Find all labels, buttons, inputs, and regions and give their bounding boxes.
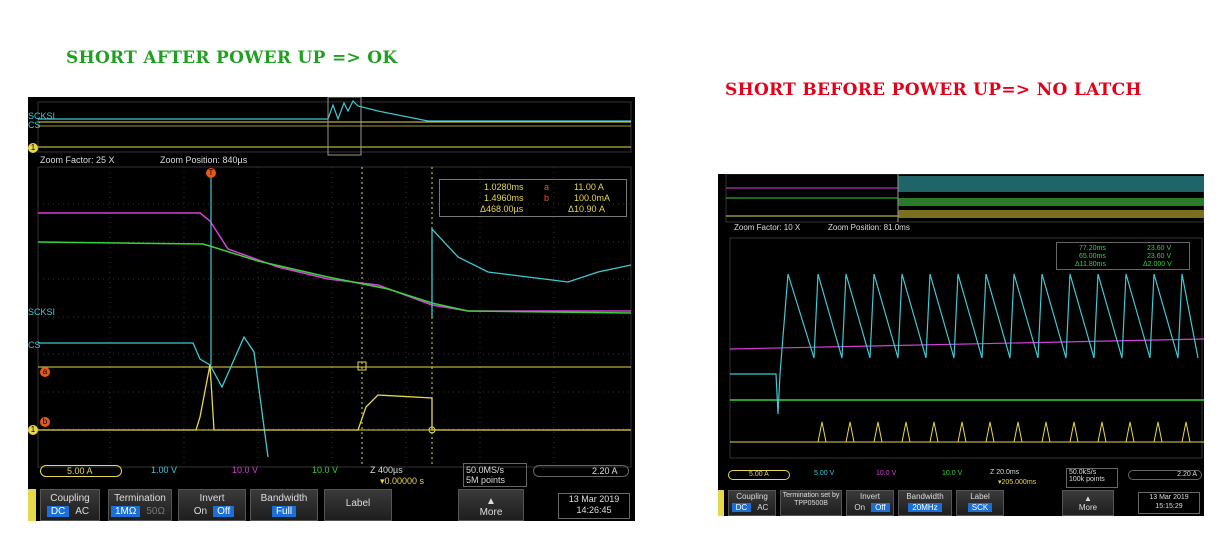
ch2-scale[interactable]: 1.00 V xyxy=(125,465,203,477)
zoom-factor: Zoom Factor: 25 X xyxy=(40,155,115,165)
ch2-trace-2 xyxy=(431,227,632,317)
ch2-trace-1 xyxy=(38,335,269,458)
label-button[interactable]: Label SCK xyxy=(956,490,1004,516)
horizontal-delay: ▾0.00000 s xyxy=(380,476,425,486)
ch4-scale[interactable]: 10.0 V xyxy=(924,470,962,477)
right-oscilloscope-screen: Zoom Factor: 10 X Zoom Position: 81.0ms … xyxy=(718,174,1204,516)
zoom-factor: Zoom Factor: 10 X xyxy=(734,223,801,232)
ch3-trace xyxy=(38,212,631,312)
coupling-button[interactable]: Coupling DC AC xyxy=(728,490,776,516)
trigger-position-marker[interactable]: T xyxy=(206,168,216,178)
left-oscilloscope-screen: SCKSI CS 1 Zoom Factor: 25 X Zoom Positi… xyxy=(28,97,635,521)
ch3-trace xyxy=(729,338,1204,350)
horizontal-scale[interactable]: Z 400µs xyxy=(370,465,403,475)
ch1-marker-mid: 1 xyxy=(28,425,38,435)
termination-button[interactable]: Termination set by TPP0500B xyxy=(780,490,842,516)
left-caption: SHORT AFTER POWER UP => OK xyxy=(66,48,398,68)
coupling-button[interactable]: Coupling DC AC xyxy=(40,489,100,521)
ch1-menu-tab[interactable] xyxy=(28,489,36,521)
ch2-scale[interactable]: 5.00 V xyxy=(796,470,834,477)
ch-marker-cs-top: CS xyxy=(28,120,41,130)
ch-marker-cs-mid: CS xyxy=(28,340,41,350)
acq-box[interactable]: 50.0kS/s 100k points xyxy=(1066,468,1118,488)
ch-marker-scksi-mid: SCKSI xyxy=(28,307,56,317)
trigger-readout[interactable]: 2.20 A xyxy=(533,465,629,477)
status-bar: 5.00 A 5.00 V 10.0 V 10.0 V Z 20.0ms ▾20… xyxy=(718,468,1204,490)
cursor-readout-box: 1.0280ms 1.4960ms Δ468.00µs a b 11.00 A … xyxy=(439,179,627,217)
trigger-readout[interactable]: 2.20 A xyxy=(1128,470,1202,480)
zoom-position: Zoom Position: 840µs xyxy=(160,155,248,165)
overview-ch4-burst xyxy=(898,198,1204,206)
bandwidth-button[interactable]: Bandwidth Full xyxy=(250,489,318,521)
more-button[interactable]: ▲ More xyxy=(1062,490,1114,516)
bottom-menu: Coupling DC AC Termination 1MΩ 50Ω Invert … xyxy=(28,489,635,521)
ch3-scale[interactable]: 10.0 V xyxy=(858,470,896,477)
zoom-position: Zoom Position: 81.0ms xyxy=(828,223,910,232)
termination-button[interactable]: Termination 1MΩ 50Ω xyxy=(108,489,172,521)
ch1-scale[interactable]: 5.00 A xyxy=(40,465,122,477)
ch1-menu-tab[interactable] xyxy=(718,490,724,516)
label-button[interactable]: Label xyxy=(324,489,392,521)
invert-button[interactable]: Invert On Off xyxy=(178,489,246,521)
ch4-scale[interactable]: 10.0 V xyxy=(286,465,368,477)
bottom-menu: Coupling DC AC Termination set by TPP0500… xyxy=(718,490,1204,516)
status-bar: 5.00 A 1.00 V 10.0 V 10.0 V Z 400µs ▾0.0… xyxy=(28,463,635,487)
acq-box[interactable]: 50.0MS/s 5M points xyxy=(463,463,527,487)
left-waveform-area xyxy=(37,97,632,468)
bandwidth-button[interactable]: Bandwidth 20MHz xyxy=(898,490,952,516)
ch1-scale[interactable]: 5.00 A xyxy=(728,470,790,480)
ch3-scale[interactable]: 10.0 V xyxy=(206,465,288,477)
up-arrow-icon: ▲ xyxy=(1084,494,1092,503)
invert-button[interactable]: Invert On Off xyxy=(846,490,894,516)
overview-ch1-burst xyxy=(898,210,1204,218)
date-time: 13 Mar 2019 15:15:29 xyxy=(1138,492,1200,514)
horizontal-scale[interactable]: Z 20.0ms xyxy=(990,469,1019,476)
more-button[interactable]: ▲ More xyxy=(458,489,524,521)
date-time: 13 Mar 2019 14:26:45 xyxy=(558,493,630,519)
ch4-trace xyxy=(37,241,632,314)
right-caption: SHORT BEFORE POWER UP=> NO LATCH xyxy=(725,80,1142,100)
cursor-readout-box: 77.20ms 65.00ms Δ11.80ms 23.60 V 23.60 V… xyxy=(1056,242,1190,270)
cursor-b-marker[interactable]: b xyxy=(40,417,50,427)
overview-ch2-trace xyxy=(38,99,631,122)
ch1-trace xyxy=(38,364,631,431)
up-arrow-icon: ▲ xyxy=(486,496,496,507)
overview-ch2-burst xyxy=(898,176,1204,192)
ch1-marker-top: 1 xyxy=(28,143,38,153)
cursor-a-marker[interactable]: a xyxy=(40,367,50,377)
horizontal-delay: ▾205.000ms xyxy=(998,479,1037,486)
